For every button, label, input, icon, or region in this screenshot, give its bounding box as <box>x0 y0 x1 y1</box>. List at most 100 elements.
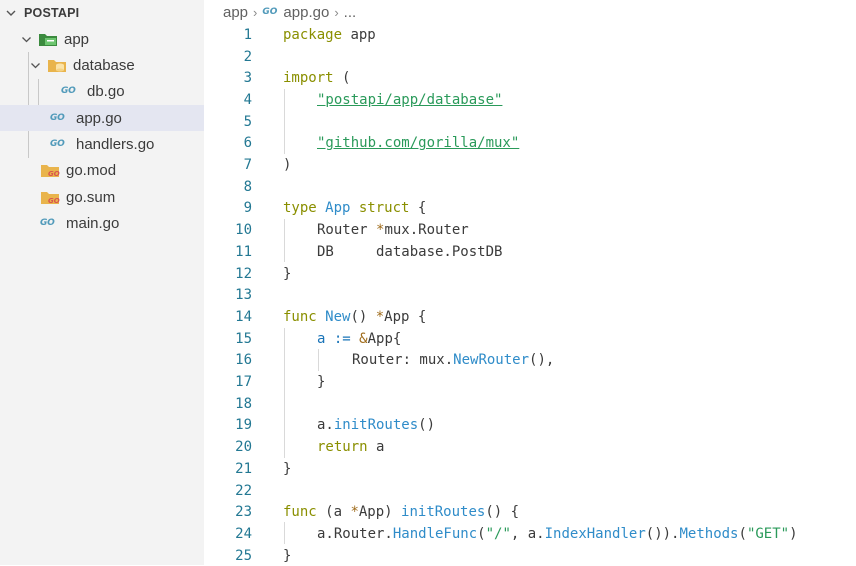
code-line: 17 } <box>204 371 856 393</box>
tree-item-db-go[interactable]: GO db.go <box>0 78 204 104</box>
code-token: () <box>350 308 376 325</box>
code-line: 8 <box>204 176 856 198</box>
code-text: ) <box>283 157 291 173</box>
line-number: 16 <box>235 352 252 369</box>
tree-item-app-go[interactable]: GO app.go <box>0 105 204 131</box>
code-text: func New() *App { <box>283 309 426 325</box>
code-token: , a. <box>510 525 545 542</box>
code-token: "/" <box>485 525 511 542</box>
import-link[interactable]: "github.com/gorilla/mux" <box>317 135 519 151</box>
go-mod-file-icon: GO <box>41 165 60 178</box>
code-line: 9 type App struct { <box>204 198 856 220</box>
go-mod-file-icon: GO <box>41 192 60 205</box>
code-token: "GET" <box>746 525 790 542</box>
line-number: 22 <box>235 482 252 499</box>
code-token: a. <box>317 417 334 434</box>
code-text: a := &App{ <box>317 331 401 347</box>
line-number: 8 <box>243 178 252 195</box>
explorer-section-header[interactable]: POSTAPI <box>0 2 204 24</box>
code-text: package app <box>283 27 376 43</box>
tree-item-label: app <box>64 30 90 48</box>
code-token: a <box>367 439 385 456</box>
section-title: POSTAPI <box>24 6 80 20</box>
line-number: 6 <box>243 135 252 152</box>
code-line: 3 import ( <box>204 67 856 89</box>
line-number: 7 <box>243 157 252 174</box>
code-text: "github.com/gorilla/mux" <box>317 135 519 151</box>
code-line: 16 Router: mux.NewRouter(), <box>204 350 856 372</box>
code-line: 7 ) <box>204 154 856 176</box>
line-number: 25 <box>235 547 252 564</box>
line-number: 11 <box>235 243 252 260</box>
line-number: 9 <box>243 200 252 217</box>
code-line: 19 a.initRoutes() <box>204 415 856 437</box>
code-token: () { <box>485 504 520 521</box>
line-number: 5 <box>243 113 252 130</box>
code-token: App{ <box>367 330 402 347</box>
code-line: 5 <box>204 111 856 133</box>
code-token: } <box>317 374 326 391</box>
code-line: 10 Router *mux.Router <box>204 219 856 241</box>
code-text: import ( <box>283 70 350 86</box>
code-text: } <box>283 266 291 282</box>
code-token: * <box>350 504 359 521</box>
code-token: Router: mux. <box>352 352 454 369</box>
breadcrumb-file[interactable]: app.go <box>283 4 329 21</box>
breadcrumb-folder[interactable]: app <box>223 4 248 21</box>
code-token: initRoutes <box>401 504 486 521</box>
tree-item-handlers-go[interactable]: GO handlers.go <box>0 131 204 157</box>
folder-app-icon <box>39 34 57 46</box>
svg-text:GO: GO <box>48 197 60 205</box>
code-line: 12 } <box>204 263 856 285</box>
code-token: package <box>283 26 343 43</box>
line-number: 24 <box>235 525 252 542</box>
chevron-down-icon <box>31 62 40 68</box>
code-text: DB database.PostDB <box>317 244 502 260</box>
code-token: ) <box>789 525 798 542</box>
code-token: NewRouter <box>453 352 530 369</box>
code-text: } <box>283 461 291 477</box>
tree-item-go-mod[interactable]: GO go.mod <box>0 157 204 183</box>
code-token: func <box>283 308 317 325</box>
code-line: 21 } <box>204 458 856 480</box>
code-token: } <box>283 547 292 564</box>
code-line: 14 func New() *App { <box>204 306 856 328</box>
tree-item-label: handlers.go <box>76 135 155 153</box>
code-token: ( <box>738 525 747 542</box>
code-text: a.initRoutes() <box>317 417 435 433</box>
code-editor[interactable]: app › GO app.go › ... 1 package app 2 3 … <box>204 0 856 565</box>
breadcrumb: app › GO app.go › ... <box>204 0 856 24</box>
code-token: ()). <box>645 525 680 542</box>
code-line: 2 <box>204 46 856 68</box>
line-number: 20 <box>235 439 252 456</box>
breadcrumb-symbol[interactable]: ... <box>344 4 357 21</box>
go-file-icon: GO <box>262 7 278 17</box>
tree-item-app-folder[interactable]: app <box>0 26 204 52</box>
code-token: struct <box>350 200 410 217</box>
import-link[interactable]: "postapi/app/database" <box>317 92 502 108</box>
code-line: 24 a.Router.HandleFunc("/", a.IndexHandl… <box>204 523 856 545</box>
line-number: 15 <box>235 330 252 347</box>
code-token: ( <box>477 525 486 542</box>
tree-item-main-go[interactable]: GO main.go <box>0 210 204 236</box>
go-file-icon: GO <box>40 218 55 228</box>
code-token: import <box>283 70 334 87</box>
tree-item-label: go.sum <box>66 188 116 206</box>
code-token: app <box>342 26 376 43</box>
folder-database-icon <box>48 60 66 72</box>
code-line: 22 <box>204 480 856 502</box>
line-number: 10 <box>235 222 252 239</box>
code-line: 4 "postapi/app/database" <box>204 89 856 111</box>
line-number: 4 <box>243 91 252 108</box>
tree-item-go-sum[interactable]: GO go.sum <box>0 184 204 210</box>
line-number: 18 <box>235 395 252 412</box>
code-text: a.Router.HandleFunc("/", a.IndexHandler(… <box>317 526 798 542</box>
chevron-down-icon <box>6 10 16 16</box>
line-number: 13 <box>235 287 252 304</box>
code-token: HandleFunc <box>392 525 478 542</box>
tree-item-label: app.go <box>76 109 122 127</box>
code-token: := <box>325 330 360 347</box>
code-token: { <box>409 200 427 217</box>
tree-item-database-folder[interactable]: database <box>0 52 204 78</box>
line-number: 21 <box>235 460 252 477</box>
